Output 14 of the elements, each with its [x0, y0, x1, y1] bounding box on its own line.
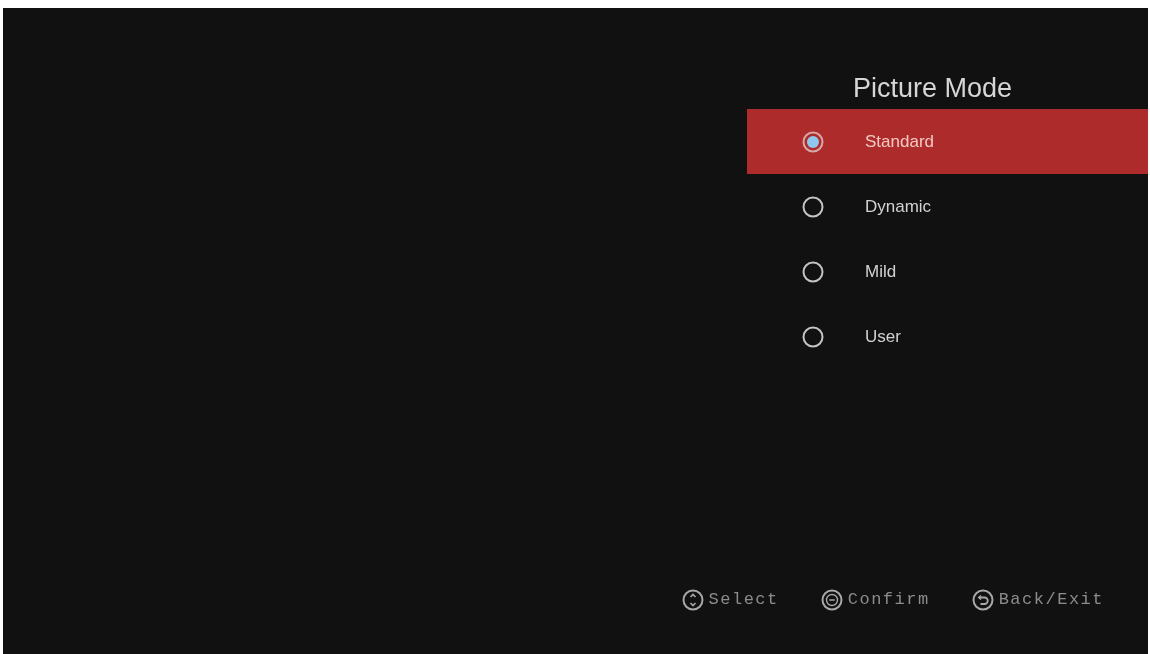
up-down-icon [681, 589, 704, 611]
key-hint-label: Confirm [847, 589, 930, 611]
radio-icon [802, 195, 824, 218]
menu-option[interactable]: Mild [747, 239, 1148, 304]
radio-selected-icon [802, 130, 824, 153]
key-hint-label: Select [708, 589, 779, 611]
ok-key-icon [820, 589, 843, 611]
menu-option[interactable]: User [747, 304, 1148, 369]
radio-icon [802, 260, 824, 283]
key-hint-label: Back/Exit [998, 589, 1104, 611]
menu-option[interactable]: Standard [747, 109, 1148, 174]
menu-title: Picture Mode [852, 72, 1013, 105]
menu-option[interactable]: Dynamic [747, 174, 1148, 239]
radio-icon [802, 325, 824, 348]
